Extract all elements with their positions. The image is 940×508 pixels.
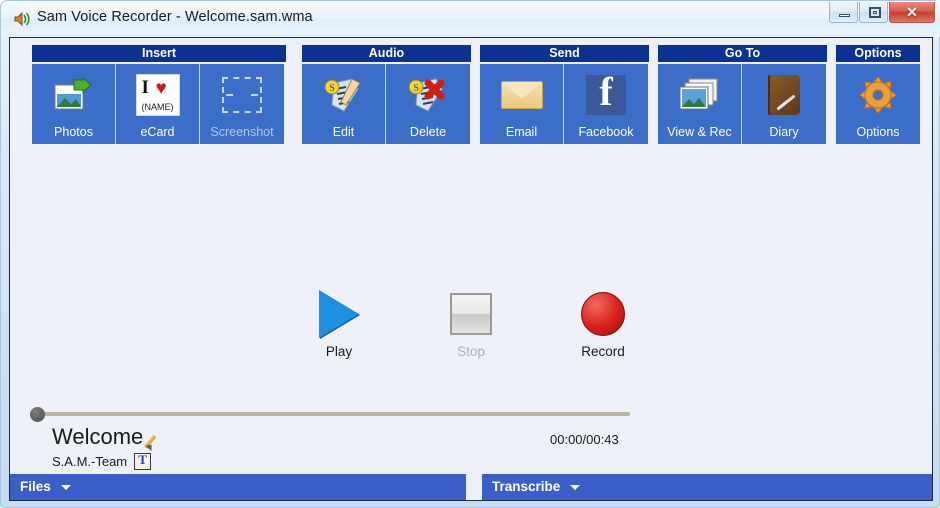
send-facebook-label: Facebook: [578, 125, 634, 139]
client-area: Insert Photos I ♥ (NAME) eCard Screensho…: [9, 37, 933, 501]
ribbon-toolbar: Insert Photos I ♥ (NAME) eCard Screensho…: [10, 38, 932, 148]
seek-track[interactable]: [30, 412, 630, 416]
record-button[interactable]: Record: [565, 286, 641, 359]
stop-label: Stop: [457, 344, 485, 359]
chevron-down-icon: [60, 484, 71, 490]
svg-text:S: S: [413, 83, 419, 94]
speaker-icon: [13, 11, 31, 27]
close-icon: ✕: [906, 4, 918, 20]
options-label: Options: [856, 125, 900, 139]
heart-icon: ♥: [155, 78, 167, 99]
insert-screenshot-button[interactable]: Screenshot: [200, 64, 284, 144]
ribbon-group-insert: Insert Photos I ♥ (NAME) eCard Screensho…: [32, 45, 286, 144]
play-triangle-icon: [301, 286, 377, 342]
track-author-row: S.A.M.-Team T: [52, 452, 163, 470]
transport-controls: Play Stop Record: [10, 286, 932, 359]
minimize-button[interactable]: [829, 2, 858, 23]
title-bar: Sam Voice Recorder - Welcome.sam.wma ✕: [1, 1, 940, 37]
audio-edit-label: Edit: [332, 125, 355, 139]
ribbon-group-goto: Go To View & Rec Diary: [658, 45, 827, 144]
track-title: Welcome: [52, 424, 144, 449]
maximize-icon: [869, 7, 881, 18]
goto-diary-button[interactable]: Diary: [742, 64, 826, 144]
ecard-icon: I ♥ (NAME): [116, 72, 199, 118]
transcribe-menu-label: Transcribe: [492, 479, 561, 494]
facebook-icon: f: [564, 69, 648, 118]
transcribe-menu-button[interactable]: Transcribe: [482, 474, 932, 500]
ribbon-group-options: Options Options: [836, 45, 920, 144]
insert-photos-button[interactable]: Photos: [32, 64, 116, 144]
window-controls: ✕: [829, 2, 937, 23]
stop-square-icon: [433, 286, 509, 342]
audio-delete-label: Delete: [409, 125, 447, 139]
seek-slider[interactable]: [30, 406, 630, 422]
options-button[interactable]: Options: [836, 64, 920, 144]
maximize-button[interactable]: [859, 2, 888, 23]
application-window: Sam Voice Recorder - Welcome.sam.wma ✕ I…: [0, 0, 940, 508]
track-author: S.A.M.-Team: [52, 454, 128, 469]
record-label: Record: [581, 344, 625, 359]
bottom-bar: Files Transcribe: [10, 474, 932, 500]
stop-button[interactable]: Stop: [433, 286, 509, 359]
audio-delete-icon: S: [386, 72, 470, 118]
insert-ecard-button[interactable]: I ♥ (NAME) eCard: [116, 64, 200, 144]
window-title: Sam Voice Recorder - Welcome.sam.wma: [37, 9, 313, 25]
group-title-goto: Go To: [658, 45, 827, 62]
photos-icon: [32, 72, 115, 118]
close-button[interactable]: ✕: [889, 2, 935, 23]
files-menu-label: Files: [20, 479, 51, 494]
audio-edit-button[interactable]: S Edit: [302, 64, 386, 144]
chevron-down-icon: [570, 484, 581, 490]
pencil-icon[interactable]: [145, 432, 163, 450]
play-button[interactable]: Play: [301, 286, 377, 359]
insert-screenshot-label: Screenshot: [210, 125, 274, 139]
timecode-display: 00:00/00:43: [550, 432, 619, 447]
gear-icon: [836, 72, 920, 118]
view-and-rec-icon: [658, 72, 741, 118]
send-email-label: Email: [505, 125, 538, 139]
goto-view-and-rec-button[interactable]: View & Rec: [658, 64, 742, 144]
diary-icon: [742, 72, 826, 118]
svg-text:S: S: [329, 83, 335, 94]
ecard-name-text: (NAME): [141, 102, 174, 112]
group-title-send: Send: [480, 45, 649, 62]
text-note-icon[interactable]: T: [134, 452, 152, 470]
minimize-icon: [839, 14, 850, 17]
group-title-audio: Audio: [302, 45, 471, 62]
ecard-i-text: I: [141, 77, 149, 98]
files-menu-button[interactable]: Files: [10, 474, 466, 500]
insert-photos-label: Photos: [54, 125, 93, 139]
track-info: Welcome S.A.M.-Team T: [52, 424, 163, 470]
group-title-options: Options: [836, 45, 920, 62]
screenshot-icon: [200, 72, 284, 118]
ribbon-group-send: Send Email f Facebook: [480, 45, 649, 144]
send-email-button[interactable]: Email: [480, 64, 564, 144]
goto-diary-label: Diary: [769, 125, 799, 139]
audio-delete-button[interactable]: S Delete: [386, 64, 470, 144]
track-title-row: Welcome: [52, 424, 163, 450]
email-icon: [480, 72, 563, 118]
goto-view-and-rec-label: View & Rec: [667, 125, 732, 139]
insert-ecard-label: eCard: [140, 125, 175, 139]
record-circle-icon: [565, 286, 641, 342]
audio-edit-icon: S: [302, 72, 385, 118]
seek-handle[interactable]: [30, 407, 45, 422]
ribbon-group-audio: Audio S Edit S Delete: [302, 45, 471, 144]
play-label: Play: [325, 344, 353, 359]
group-title-insert: Insert: [32, 45, 286, 62]
send-facebook-button[interactable]: f Facebook: [564, 64, 648, 144]
